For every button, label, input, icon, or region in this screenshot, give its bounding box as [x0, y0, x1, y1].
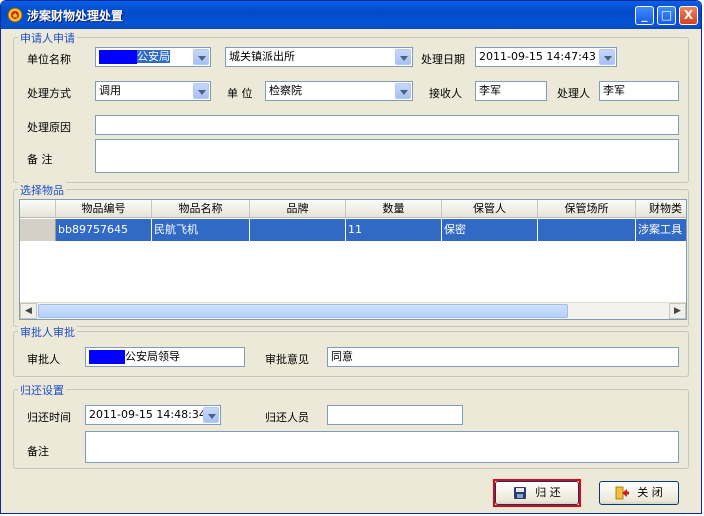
return-person-label: 归还人员 — [265, 411, 309, 424]
row-header-corner — [20, 200, 56, 218]
method-value: 调用 — [99, 84, 121, 97]
chevron-down-icon[interactable] — [599, 49, 615, 65]
scroll-right-icon[interactable]: ▶ — [669, 303, 686, 319]
approval-section-title: 审批人审批 — [18, 324, 77, 340]
approver-value: 公安局领导 — [125, 350, 180, 363]
table-row[interactable]: bb89757645 民航飞机 11 保密 涉案工具 — [56, 219, 686, 241]
return-time-picker[interactable]: 2011-09-15 14:48:34 — [85, 405, 221, 425]
column-header[interactable]: 保管人 — [442, 200, 538, 218]
unit-label: 单 位 — [227, 87, 253, 100]
approver-input[interactable]: 公安局领导 — [85, 347, 245, 367]
chevron-down-icon[interactable] — [193, 83, 209, 99]
receiver-label: 接收人 — [429, 87, 462, 100]
approver-label: 审批人 — [27, 353, 60, 366]
table-cell[interactable]: 保密 — [442, 219, 538, 241]
column-header[interactable]: 财物类 — [636, 200, 686, 218]
table-cell[interactable] — [538, 219, 636, 241]
maximize-button[interactable]: □ — [657, 6, 676, 25]
window-title: 涉案财物处理处置 — [27, 9, 124, 23]
column-header[interactable]: 物品编号 — [56, 200, 152, 218]
table-cell[interactable]: 涉案工具 — [636, 219, 686, 241]
close-window-button[interactable]: X — [679, 6, 698, 25]
chevron-down-icon[interactable] — [193, 49, 209, 65]
table-cell[interactable]: bb89757645 — [56, 219, 152, 241]
unit-value: 检察院 — [269, 84, 302, 97]
police-badge-icon — [7, 7, 23, 23]
sub-unit-value: 城关镇派出所 — [229, 50, 295, 63]
return-button-label: 归 还 — [535, 486, 561, 499]
process-date-value: 2011-09-15 14:47:43 — [479, 50, 596, 63]
close-button-label: 关 闭 — [637, 486, 663, 499]
return-time-label: 归还时间 — [27, 411, 71, 424]
table-cell[interactable] — [250, 219, 346, 241]
return-button[interactable]: 归 还 — [495, 481, 579, 505]
row-selector[interactable] — [20, 219, 56, 241]
chevron-down-icon[interactable] — [395, 49, 411, 65]
scroll-thumb[interactable] — [38, 304, 568, 318]
reason-label: 处理原因 — [27, 121, 71, 134]
return-remark-label: 备注 — [27, 445, 49, 458]
column-header[interactable]: 物品名称 — [152, 200, 250, 218]
applicant-section-title: 申请人申请 — [18, 30, 77, 46]
unit-name-select[interactable]: 公安局 — [95, 47, 211, 67]
chevron-down-icon[interactable] — [395, 83, 411, 99]
minimize-button[interactable]: _ — [635, 6, 654, 25]
grid-header: 物品编号 物品名称 品牌 数量 保管人 保管场所 财物类 — [20, 200, 686, 218]
sub-unit-select[interactable]: 城关镇派出所 — [225, 47, 413, 67]
unit-name-value: 公安局 — [137, 50, 170, 63]
column-header[interactable]: 品牌 — [250, 200, 346, 218]
title-bar[interactable]: 涉案财物处理处置 _ □ X — [1, 1, 701, 29]
process-date-picker[interactable]: 2011-09-15 14:47:43 — [475, 47, 617, 67]
return-person-input[interactable] — [327, 405, 463, 425]
items-grid[interactable]: 物品编号 物品名称 品牌 数量 保管人 保管场所 财物类 bb89757645 … — [19, 199, 687, 320]
scroll-left-icon[interactable]: ◀ — [20, 303, 37, 319]
return-time-value: 2011-09-15 14:48:34 — [89, 408, 206, 421]
return-section-title: 归还设置 — [18, 382, 66, 398]
close-button[interactable]: 关 闭 — [599, 481, 679, 505]
unit-select[interactable]: 检察院 — [265, 81, 413, 101]
redaction-block — [89, 350, 125, 364]
receiver-input[interactable]: 李军 — [475, 81, 547, 101]
return-remark-textarea[interactable] — [85, 431, 679, 463]
exit-door-icon — [615, 486, 630, 500]
handler-label: 处理人 — [557, 87, 590, 100]
opinion-label: 审批意见 — [265, 353, 309, 366]
reason-input[interactable] — [95, 115, 679, 135]
remark-label: 备 注 — [27, 153, 53, 166]
table-cell[interactable]: 11 — [346, 219, 442, 241]
dialog-window: 涉案财物处理处置 _ □ X 申请人申请 单位名称 公安局 城关镇派出所 处理日… — [0, 0, 702, 514]
chevron-down-icon[interactable] — [203, 407, 219, 423]
save-disk-icon — [514, 487, 527, 499]
horizontal-scrollbar[interactable]: ◀ ▶ — [20, 302, 686, 319]
opinion-input[interactable]: 同意 — [327, 347, 679, 367]
table-cell[interactable]: 民航飞机 — [152, 219, 250, 241]
handler-input[interactable]: 李军 — [599, 81, 679, 101]
method-label: 处理方式 — [27, 87, 71, 100]
unit-name-label: 单位名称 — [27, 53, 71, 66]
column-header[interactable]: 数量 — [346, 200, 442, 218]
redaction-block — [99, 50, 137, 64]
process-date-label: 处理日期 — [421, 53, 465, 66]
remark-textarea[interactable] — [95, 139, 679, 173]
column-header[interactable]: 保管场所 — [538, 200, 636, 218]
items-section-title: 选择物品 — [18, 182, 66, 198]
method-select[interactable]: 调用 — [95, 81, 211, 101]
